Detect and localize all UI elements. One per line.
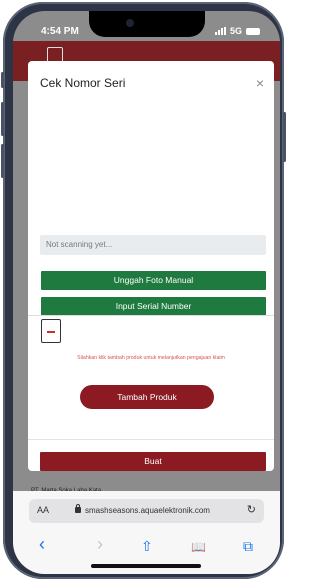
- mute-switch: [1, 72, 4, 88]
- browser-bar: AA smashseasons.aquaelektronik.com ↻ ‹ ›…: [13, 491, 280, 574]
- status-indicators: 5G: [214, 26, 260, 36]
- reader-options-button[interactable]: AA: [37, 505, 49, 515]
- network-label: 5G: [229, 26, 242, 36]
- signal-icon: [214, 27, 226, 35]
- phone-frame: 4:54 PM 5G Cek Nomor Seri × Not scanning…: [1, 2, 286, 579]
- submit-button[interactable]: Buat: [40, 452, 266, 471]
- status-time: 4:54 PM: [41, 26, 79, 37]
- share-icon[interactable]: ⇧: [141, 538, 153, 555]
- phone-screen: 4:54 PM 5G Cek Nomor Seri × Not scanning…: [13, 11, 280, 574]
- hint-text: Silahkan klik tambah produk untuk melanj…: [77, 355, 225, 361]
- document-icon: [41, 319, 61, 343]
- volume-down-button: [1, 144, 4, 178]
- home-indicator: [91, 564, 201, 568]
- address-bar[interactable]: AA smashseasons.aquaelektronik.com ↻: [29, 499, 264, 523]
- upload-photo-button[interactable]: Unggah Foto Manual: [41, 271, 266, 290]
- scan-status: Not scanning yet...: [40, 235, 266, 255]
- close-icon[interactable]: ×: [256, 76, 264, 90]
- camera-icon: [126, 19, 134, 27]
- forward-icon[interactable]: ›: [97, 534, 103, 555]
- serial-check-modal: Cek Nomor Seri × Not scanning yet... Ung…: [28, 61, 274, 471]
- lock-icon: [75, 504, 81, 513]
- tabs-icon[interactable]: ⧉: [243, 538, 253, 555]
- modal-divider: [28, 315, 274, 316]
- back-icon[interactable]: ‹: [39, 534, 45, 555]
- volume-up-button: [1, 102, 4, 136]
- modal-title: Cek Nomor Seri: [40, 76, 126, 90]
- reload-icon[interactable]: ↻: [247, 503, 256, 516]
- bookmarks-icon[interactable]: 📖: [191, 540, 206, 554]
- url-text: smashseasons.aquaelektronik.com: [85, 506, 210, 515]
- modal-divider: [28, 439, 274, 440]
- add-product-button[interactable]: Tambah Produk: [80, 385, 214, 409]
- input-serial-button[interactable]: Input Serial Number: [41, 297, 266, 316]
- battery-icon: [246, 27, 260, 35]
- notch: [89, 11, 205, 37]
- power-button: [283, 112, 286, 162]
